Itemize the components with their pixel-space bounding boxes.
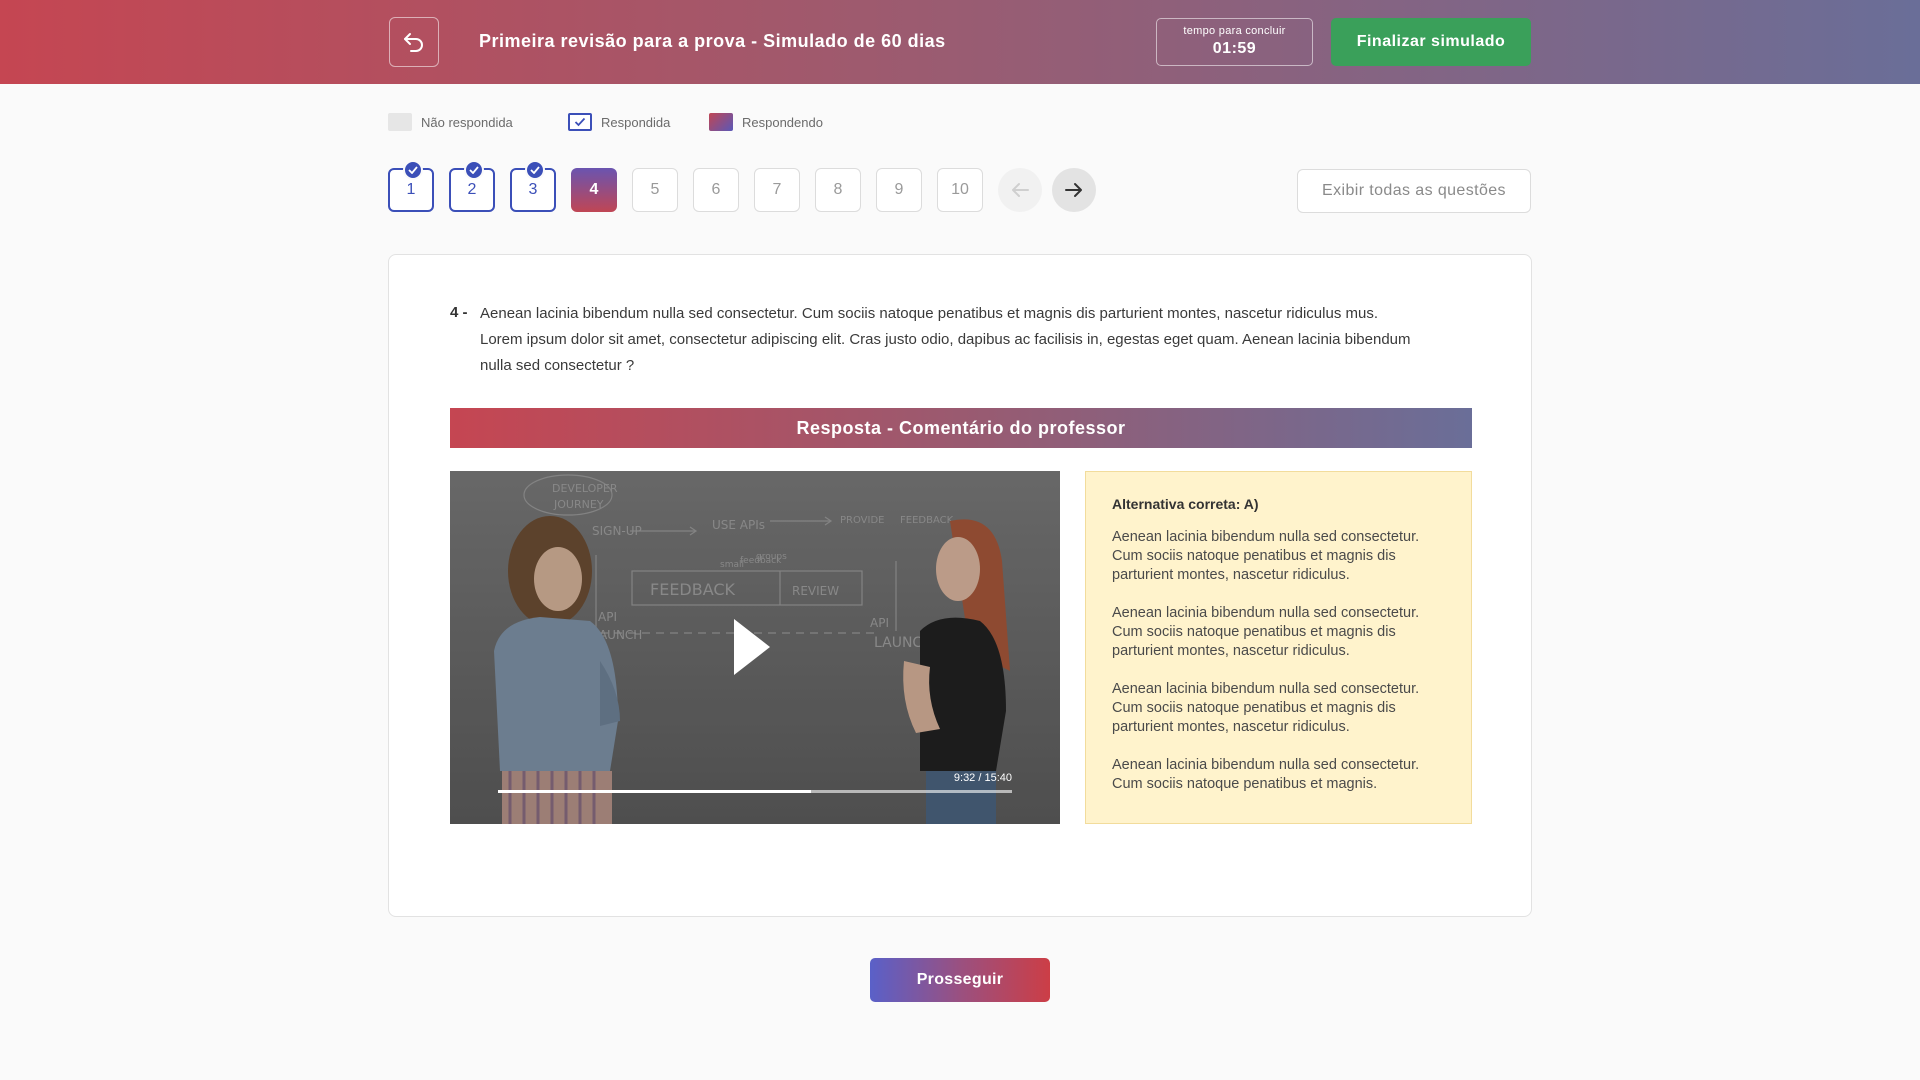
question-button-8[interactable]: 8 bbox=[815, 168, 861, 212]
question-button-10[interactable]: 10 bbox=[937, 168, 983, 212]
back-button[interactable] bbox=[389, 17, 439, 67]
check-icon bbox=[574, 117, 586, 127]
question-number: 6 bbox=[711, 181, 721, 198]
finish-exam-button[interactable]: Finalizar simulado bbox=[1331, 18, 1531, 66]
page-title: Primeira revisão para a prova - Simulado… bbox=[479, 31, 946, 51]
check-badge-icon bbox=[403, 160, 423, 180]
answered-swatch bbox=[568, 113, 592, 131]
previous-question-button[interactable] bbox=[998, 168, 1042, 212]
arrow-left-icon bbox=[1012, 183, 1029, 197]
legend-label: Respondendo bbox=[742, 114, 823, 130]
teacher-comment: Alternativa correta: A) Aenean lacinia b… bbox=[1085, 471, 1472, 824]
current-swatch bbox=[709, 113, 733, 131]
question-button-2[interactable]: 2 bbox=[449, 160, 495, 212]
video-time: 9:32 / 15:40 bbox=[953, 772, 1012, 784]
question-number: 5 bbox=[650, 181, 660, 198]
next-question-button[interactable] bbox=[1052, 168, 1096, 212]
check-badge-icon bbox=[525, 160, 545, 180]
question-number: 7 bbox=[772, 181, 782, 198]
question-button-7[interactable]: 7 bbox=[754, 168, 800, 212]
question-text: Aenean lacinia bibendum nulla sed consec… bbox=[480, 305, 1411, 374]
legend-current: Respondendo bbox=[709, 113, 823, 131]
video-player[interactable]: DEVELOPER JOURNEY SIGN-UP USE APIs PROVI… bbox=[450, 471, 1060, 824]
question-number: 4 bbox=[589, 181, 599, 198]
question-button-4[interactable]: 4 bbox=[571, 168, 617, 212]
arrow-right-icon bbox=[1065, 183, 1082, 197]
question-number: 9 bbox=[894, 181, 904, 198]
question-button-3[interactable]: 3 bbox=[510, 160, 556, 212]
video-progress-bar[interactable] bbox=[498, 790, 1012, 793]
unanswered-swatch bbox=[388, 113, 412, 131]
comment-paragraph: Aenean lacinia bibendum nulla sed consec… bbox=[1112, 529, 1420, 583]
question-number-label: 4 - bbox=[450, 304, 468, 321]
question-number: 2 bbox=[467, 181, 477, 198]
legend-label: Respondida bbox=[601, 114, 671, 130]
answer-banner: Resposta - Comentário do professor bbox=[450, 408, 1472, 448]
question-number: 1 bbox=[406, 181, 416, 198]
check-badge-icon bbox=[464, 160, 484, 180]
timer-label: tempo para concluir bbox=[1183, 25, 1286, 37]
question-number: 8 bbox=[833, 181, 843, 198]
legend-answered: Respondida bbox=[568, 113, 670, 131]
top-bar: Primeira revisão para a prova - Simulado… bbox=[0, 0, 1920, 84]
countdown-timer: tempo para concluir 01:59 bbox=[1156, 18, 1313, 66]
comment-paragraph: Aenean lacinia bibendum nulla sed consec… bbox=[1112, 757, 1420, 792]
question-button-1[interactable]: 1 bbox=[388, 160, 434, 212]
proceed-button[interactable]: Prosseguir bbox=[870, 958, 1050, 1002]
question-button-5[interactable]: 5 bbox=[632, 168, 678, 212]
question-number: 3 bbox=[528, 181, 538, 198]
correct-answer-label: Alternativa correta: A) bbox=[1112, 496, 1259, 512]
question-number: 10 bbox=[951, 181, 969, 198]
question-button-9[interactable]: 9 bbox=[876, 168, 922, 212]
legend-label: Não respondida bbox=[421, 114, 513, 130]
question-card: 4 - Aenean lacinia bibendum nulla sed co… bbox=[388, 254, 1532, 917]
timer-value: 01:59 bbox=[1212, 40, 1257, 57]
comment-paragraph: Aenean lacinia bibendum nulla sed consec… bbox=[1112, 681, 1420, 735]
video-progress-fill bbox=[498, 790, 811, 793]
play-icon[interactable] bbox=[732, 617, 772, 677]
undo-arrow-icon bbox=[404, 33, 423, 52]
show-all-questions-button[interactable]: Exibir todas as questões bbox=[1297, 169, 1531, 213]
legend-unanswered: Não respondida bbox=[388, 113, 513, 131]
comment-paragraph: Aenean lacinia bibendum nulla sed consec… bbox=[1112, 605, 1420, 659]
question-button-6[interactable]: 6 bbox=[693, 168, 739, 212]
